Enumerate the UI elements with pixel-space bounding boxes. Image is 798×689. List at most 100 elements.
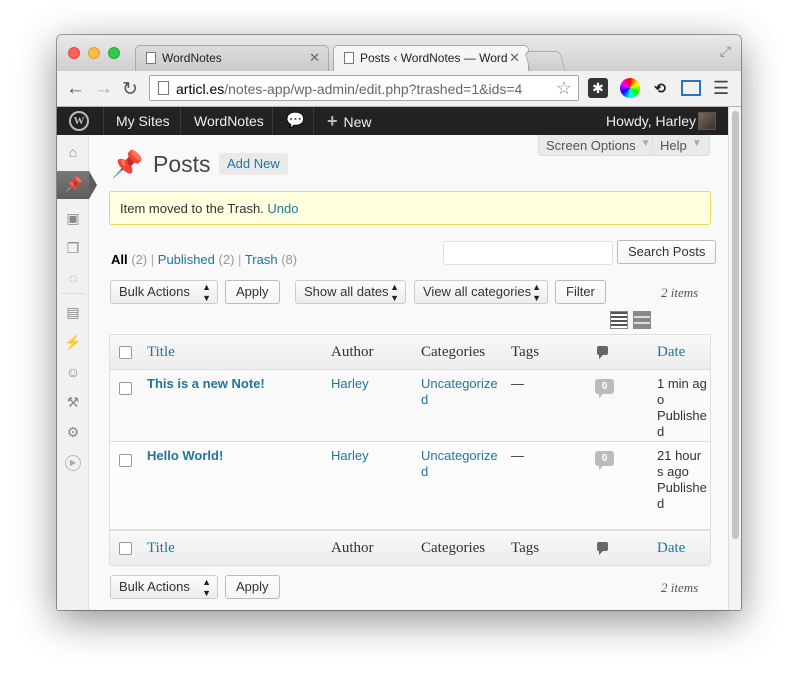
apply-button[interactable]: Apply [225,280,280,304]
site-name-link[interactable]: WordNotes [183,107,275,135]
search-input[interactable] [443,241,613,265]
filter-trash-count: (8) [281,252,298,267]
comments-icon[interactable]: ◌ [64,269,82,287]
sync-extension-icon[interactable]: ⟲ [650,78,670,98]
column-author-footer: Author [331,540,374,556]
posts-table: Title Author Categories Tags Date This i… [109,334,711,566]
comments-icon[interactable]: 💬 [275,107,316,135]
filter-published-link[interactable]: Published [158,252,215,267]
post-author-link[interactable]: Harley [331,376,369,392]
updown-arrows-icon: ▲ ▼ [532,282,541,303]
updown-arrows-icon: ▲ ▼ [390,282,399,303]
filter-button[interactable]: Filter [555,280,606,304]
back-arrow-icon[interactable]: ← [66,78,85,100]
reload-icon[interactable]: ↻ [122,78,138,101]
excerpt-view-icon[interactable] [633,311,651,329]
column-categories-footer: Categories [421,540,486,556]
select-all-checkbox[interactable] [119,542,132,555]
plugins-icon[interactable]: ⚡ [64,333,82,351]
post-title-link[interactable]: Hello World! [147,448,223,464]
howdy-label: Howdy, Harley [606,113,696,129]
undo-link[interactable]: Undo [267,201,298,216]
tools-icon[interactable]: ⚒ [64,393,82,411]
comment-icon[interactable] [597,542,608,555]
row-checkbox[interactable] [119,382,132,395]
tab-label: WordNotes [162,51,222,65]
filter-published-count: (2) [218,252,235,267]
media-icon[interactable]: ▣ [64,209,82,227]
admin-sidebar: ⌂ 📌 ▣ ❐ ◌ ▤ ⚡ ☺ ⚒ ⚙ ▶ [57,135,97,610]
forward-arrow-icon[interactable]: → [94,78,113,100]
post-author-link[interactable]: Harley [331,448,369,464]
notice-text: Item moved to the Trash. [120,201,264,216]
address-bar[interactable]: articl.es/notes-app/wp-admin/edit.php?tr… [149,75,579,101]
post-tags: — [511,448,524,463]
divider [180,107,181,135]
apply-button-bottom[interactable]: Apply [225,575,280,599]
asterisk-extension-icon[interactable]: ✱ [588,78,608,98]
column-title-footer[interactable]: Title [147,540,175,557]
dashboard-home-icon[interactable]: ⌂ [64,143,82,161]
bulk-actions-select[interactable]: Bulk Actions ▲ ▼ [110,280,218,304]
select-all-checkbox[interactable] [119,346,132,359]
post-title-link[interactable]: This is a new Note! [147,376,265,392]
categories-value: View all categories [423,284,532,299]
window-minimize-button[interactable] [88,47,100,59]
filter-all-link[interactable]: All [111,252,128,267]
list-view-icon[interactable] [610,311,628,329]
search-posts-button[interactable]: Search Posts [617,240,717,264]
wp-logo-button[interactable]: W [57,107,103,135]
my-sites-link[interactable]: My Sites [105,107,181,135]
dates-select[interactable]: Show all dates ▲ ▼ [295,280,406,304]
hamburger-menu-icon[interactable]: ☰ [713,78,729,99]
fullscreen-icon[interactable]: ⤢ [720,43,731,60]
sidebar-item-posts[interactable]: 📌 [57,171,97,199]
page-icon [146,52,156,64]
tab-posts[interactable]: Posts ‹ WordNotes — Word ✕ [333,45,529,71]
table-header-row: Title Author Categories Tags Date [110,335,710,370]
column-title-header[interactable]: Title [147,344,175,361]
scroll-thumb[interactable] [732,111,739,539]
page-scrollbar[interactable] [728,107,741,610]
categories-select[interactable]: View all categories ▲ ▼ [414,280,548,304]
page-title: Posts [153,151,211,177]
new-content-button[interactable]: + New [316,107,383,135]
post-category-link[interactable]: Uncategorized [421,448,499,480]
page-viewport: W My Sites WordNotes 💬 + New Howdy, Harle… [57,107,741,610]
help-button[interactable]: Help ▼ [652,135,710,156]
comment-count-bubble[interactable]: 0 [595,379,614,398]
tab-wordnotes[interactable]: WordNotes ✕ [135,45,329,71]
column-tags-header: Tags [511,344,540,360]
post-category-link[interactable]: Uncategorized [421,376,499,408]
color-wheel-extension-icon[interactable] [620,78,640,98]
close-icon[interactable]: ✕ [509,50,520,66]
add-new-button[interactable]: Add New [219,153,288,175]
settings-icon[interactable]: ⚙ [64,423,82,441]
pushpin-icon: 📌 [65,176,83,192]
row-checkbox[interactable] [119,454,132,467]
bulk-actions-select-bottom[interactable]: Bulk Actions ▲ ▼ [110,575,218,599]
column-date-header[interactable]: Date [657,344,685,361]
active-arrow [89,171,97,199]
comment-count-bubble[interactable]: 0 [595,451,614,470]
new-tab-button[interactable] [524,51,566,71]
column-date-footer[interactable]: Date [657,540,685,557]
users-icon[interactable]: ☺ [64,363,82,381]
collapse-menu-icon[interactable]: ▶ [65,455,81,471]
screen-extension-icon[interactable] [681,80,701,96]
appearance-icon[interactable]: ▤ [64,303,82,321]
wordpress-icon: W [69,111,89,131]
screen-options-button[interactable]: Screen Options ▼ [538,135,659,156]
star-icon[interactable]: ☆ [556,78,572,99]
column-tags-footer: Tags [511,540,540,556]
window-close-button[interactable] [68,47,80,59]
table-footer-row: Title Author Categories Tags Date [110,530,710,565]
avatar[interactable] [698,112,716,130]
window-zoom-button[interactable] [108,47,120,59]
filter-trash-link[interactable]: Trash [245,252,278,267]
divider [313,107,314,135]
column-categories-header: Categories [421,344,486,360]
pages-icon[interactable]: ❐ [64,239,82,257]
close-icon[interactable]: ✕ [309,50,320,66]
comment-icon[interactable] [597,346,608,359]
